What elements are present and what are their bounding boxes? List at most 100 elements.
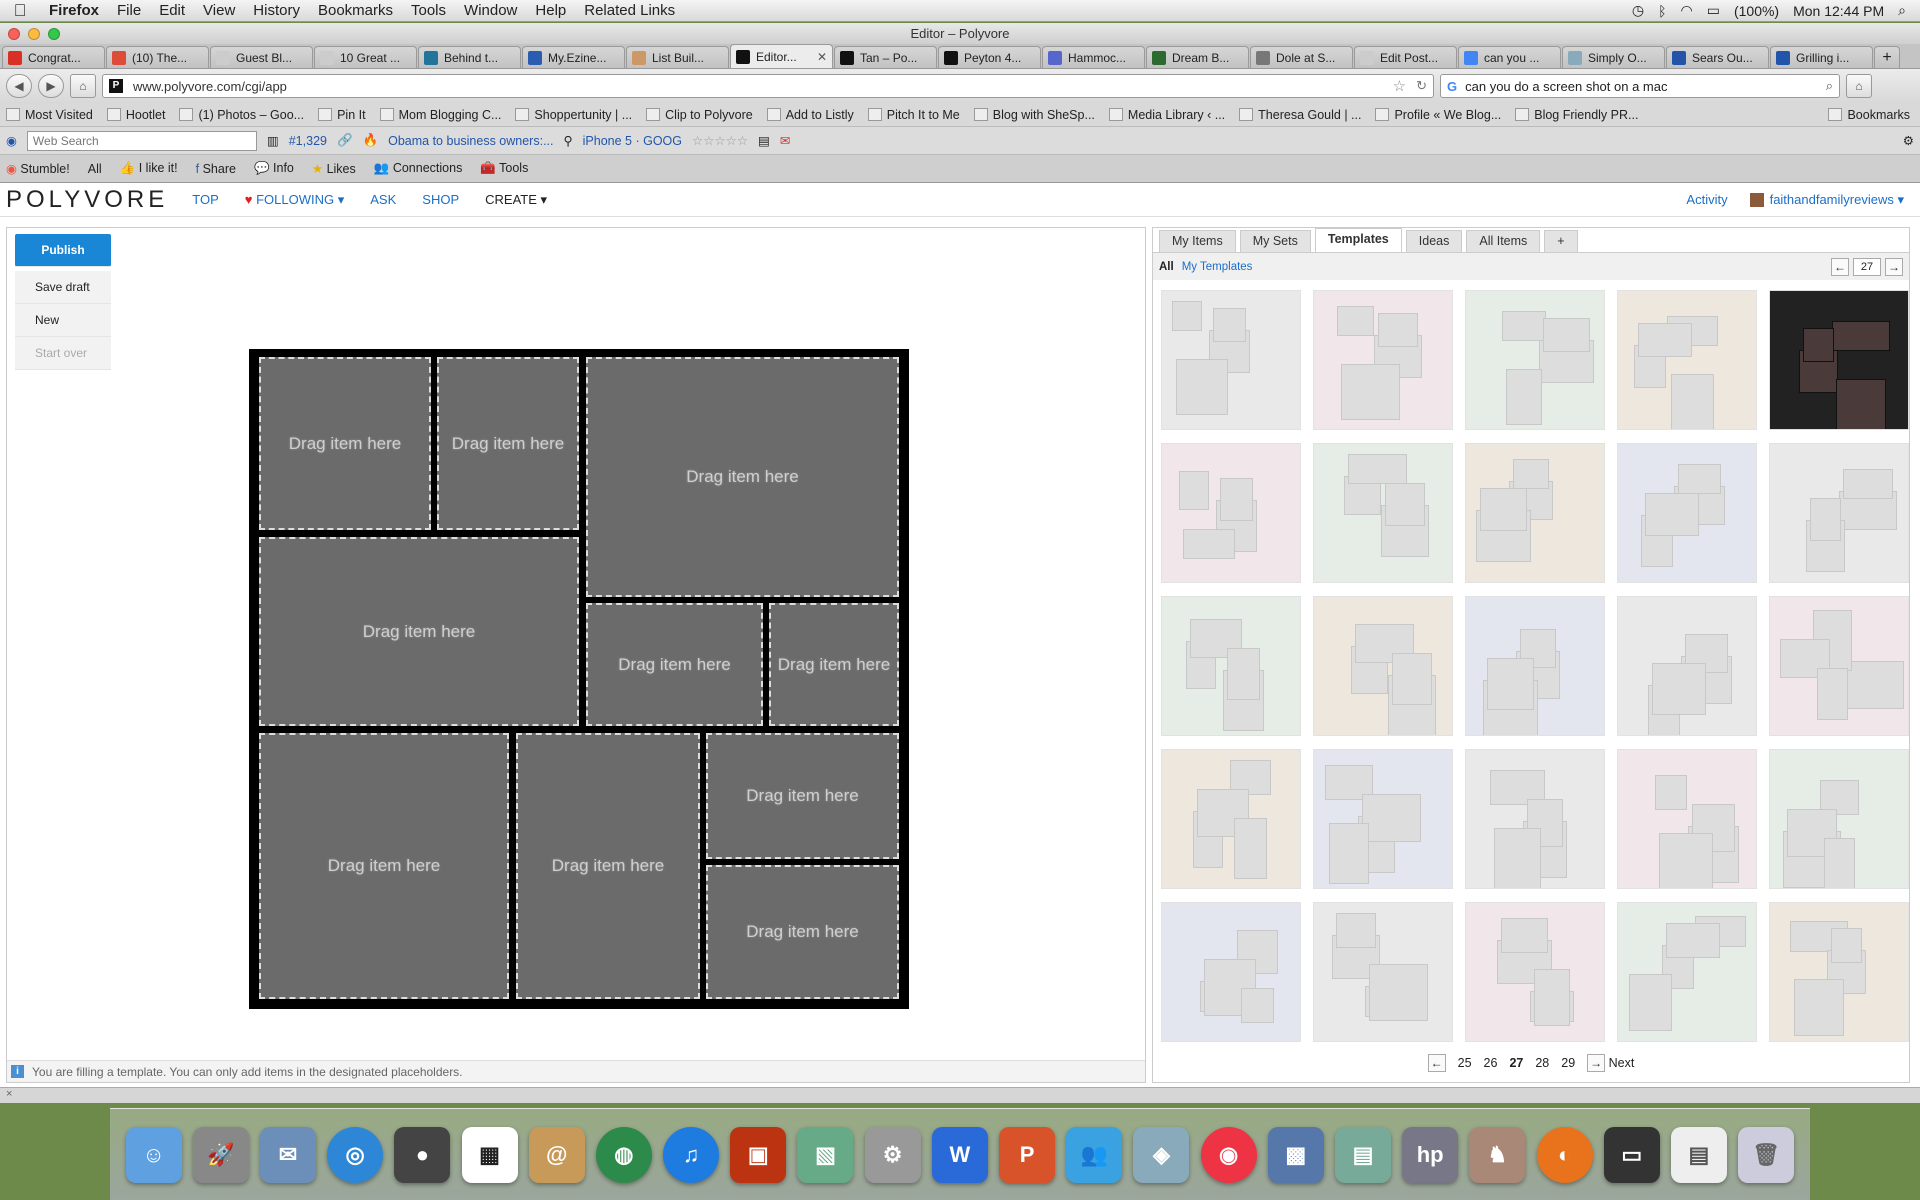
tab-all-items[interactable]: All Items — [1466, 230, 1541, 252]
forward-icon[interactable]: ▶ — [38, 74, 64, 98]
drop-slot[interactable]: Drag item here — [259, 357, 431, 530]
url-bar[interactable]: P www.polyvore.com/cgi/app ☆ ↻ — [102, 74, 1434, 98]
template-thumbnail[interactable] — [1161, 290, 1301, 430]
stock-icon[interactable]: ⚲ — [563, 133, 572, 148]
finder-icon[interactable]: ☺ — [125, 1126, 182, 1183]
powerpoint-icon[interactable]: P — [999, 1126, 1056, 1183]
drop-slot[interactable]: Drag item here — [706, 865, 899, 999]
menu-history[interactable]: History — [244, 2, 309, 19]
template-thumbnail[interactable] — [1465, 290, 1605, 430]
menu-bookmarks[interactable]: Bookmarks — [309, 2, 402, 19]
prev-page-icon[interactable]: ← — [1831, 257, 1849, 276]
pagerank-icon[interactable]: ▥ — [267, 133, 279, 148]
nav-create[interactable]: CREATE ▾ — [485, 192, 547, 208]
next-page-button[interactable]: → Next — [1587, 1054, 1634, 1072]
tab-my-items[interactable]: My Items — [1159, 230, 1236, 252]
template-thumbnail[interactable] — [1313, 290, 1453, 430]
drop-slot[interactable]: Drag item here — [769, 603, 899, 726]
system-preferences-icon[interactable]: ⚙ — [864, 1126, 921, 1183]
bookmark-item[interactable]: Mom Blogging C... — [379, 108, 501, 122]
filter-all[interactable]: All — [1159, 261, 1174, 273]
filter-my-templates[interactable]: My Templates — [1182, 261, 1253, 273]
template-thumbnail[interactable] — [1769, 902, 1909, 1042]
menu-window[interactable]: Window — [455, 2, 526, 19]
page-number-input[interactable]: 27 — [1853, 257, 1881, 276]
web-search-input[interactable]: Web Search — [26, 130, 257, 151]
browser-tab[interactable]: Dream B... — [1146, 46, 1249, 68]
rating-stars-icon[interactable]: ☆☆☆☆☆ — [692, 133, 748, 148]
bookmark-item[interactable]: Bookmarks — [1828, 108, 1910, 122]
template-thumbnail[interactable] — [1465, 902, 1605, 1042]
add-tab-button[interactable]: + — [1544, 230, 1578, 252]
bookmark-item[interactable]: Shoppertunity | ... — [515, 108, 632, 122]
remote-desktop-icon[interactable]: ◈ — [1133, 1126, 1190, 1183]
document-icon[interactable]: ▤ — [1670, 1126, 1727, 1183]
page-link[interactable]: 29 — [1561, 1056, 1575, 1070]
browser-tab[interactable]: Editor... ✕ — [730, 44, 833, 68]
browser-tab[interactable]: Hammoc... — [1042, 46, 1145, 68]
trash-icon[interactable]: 🗑 — [1738, 1126, 1795, 1183]
printer-icon[interactable]: ▭ — [1603, 1126, 1660, 1183]
template-thumbnail[interactable] — [1769, 443, 1909, 583]
template-thumbnail[interactable] — [1161, 443, 1301, 583]
menu-related-links[interactable]: Related Links — [575, 2, 684, 19]
bookmark-item[interactable]: Hootlet — [106, 108, 165, 122]
stumble-button[interactable]: ◉ Stumble! — [6, 161, 70, 176]
calendar-icon[interactable]: ▦ — [461, 1126, 518, 1183]
next-page-icon[interactable]: → — [1885, 257, 1903, 276]
bookmark-item[interactable]: Most Visited — [6, 108, 93, 122]
browser-tab[interactable]: (10) The... — [106, 46, 209, 68]
messenger-icon[interactable]: 👥 — [1066, 1126, 1123, 1183]
toolbar-logo-icon[interactable]: ◉ — [6, 133, 17, 148]
template-thumbnail[interactable] — [1617, 290, 1757, 430]
word-icon[interactable]: W — [931, 1126, 988, 1183]
polyvore-logo[interactable]: POLYVORE — [6, 186, 168, 214]
tools-button[interactable]: 🧰 Tools — [480, 161, 528, 176]
time-machine-icon[interactable]: ◷ — [1632, 2, 1644, 19]
browser-tab[interactable]: Dole at S... — [1250, 46, 1353, 68]
notes-icon[interactable]: ▤ — [758, 133, 770, 148]
itunes-icon[interactable]: ♫ — [663, 1126, 720, 1183]
info-button[interactable]: 💬 Info — [254, 161, 294, 176]
search-icon[interactable]: ⌕ — [1826, 78, 1833, 94]
like-button[interactable]: 👍 I like it! — [120, 161, 178, 176]
bookmark-item[interactable]: (1) Photos – Goo... — [179, 108, 304, 122]
back-icon[interactable]: ◀ — [6, 74, 32, 98]
menu-file[interactable]: File — [108, 2, 150, 19]
drop-slot[interactable]: Drag item here — [259, 537, 579, 726]
template-thumbnail[interactable] — [1465, 749, 1605, 889]
browser-tab[interactable]: Peyton 4... — [938, 46, 1041, 68]
spotlight-icon[interactable]: ⌕ — [1898, 2, 1906, 19]
publish-button[interactable]: Publish — [15, 234, 111, 267]
template-thumbnail[interactable] — [1617, 902, 1757, 1042]
template-thumbnail[interactable] — [1313, 902, 1453, 1042]
page-link[interactable]: 28 — [1535, 1056, 1549, 1070]
chrome-icon[interactable]: ◉ — [1200, 1126, 1257, 1183]
utility-icon[interactable]: ▤ — [1334, 1126, 1391, 1183]
link-icon[interactable]: 🔗 — [337, 133, 353, 148]
browser-tab[interactable]: can you ... — [1458, 46, 1561, 68]
drop-slot[interactable]: Drag item here — [259, 733, 509, 999]
hot-news-icon[interactable]: 🔥 — [363, 133, 379, 148]
likes-button[interactable]: ★ Likes — [312, 161, 356, 176]
template-thumbnail[interactable] — [1313, 443, 1453, 583]
firefox-icon[interactable]: ◐ — [1536, 1126, 1593, 1183]
page-link-current[interactable]: 27 — [1509, 1056, 1523, 1070]
activity-link[interactable]: Activity — [1686, 192, 1727, 207]
browser-tab[interactable]: Grilling i... — [1770, 46, 1873, 68]
launchpad-icon[interactable]: 🚀 — [192, 1126, 249, 1183]
home-icon[interactable]: ⌂ — [70, 74, 96, 98]
template-thumbnail[interactable] — [1465, 443, 1605, 583]
template-canvas[interactable]: Drag item here Drag item here Drag item … — [249, 349, 909, 1009]
template-thumbnail[interactable] — [1161, 596, 1301, 736]
drop-slot[interactable]: Drag item here — [706, 733, 899, 859]
browser-tab[interactable]: Simply O... — [1562, 46, 1665, 68]
page-link[interactable]: 25 — [1458, 1056, 1472, 1070]
bookmark-item[interactable]: Profile « We Blog... — [1375, 108, 1501, 122]
bookmark-item[interactable]: Clip to Polyvore — [646, 108, 753, 122]
save-draft-button[interactable]: Save draft — [15, 271, 111, 304]
chess-icon[interactable]: ♞ — [1469, 1126, 1526, 1183]
settings-gear-icon[interactable]: ⚙ — [1903, 133, 1914, 148]
iphoto-icon[interactable]: ▧ — [797, 1126, 854, 1183]
template-thumbnail[interactable] — [1769, 596, 1909, 736]
